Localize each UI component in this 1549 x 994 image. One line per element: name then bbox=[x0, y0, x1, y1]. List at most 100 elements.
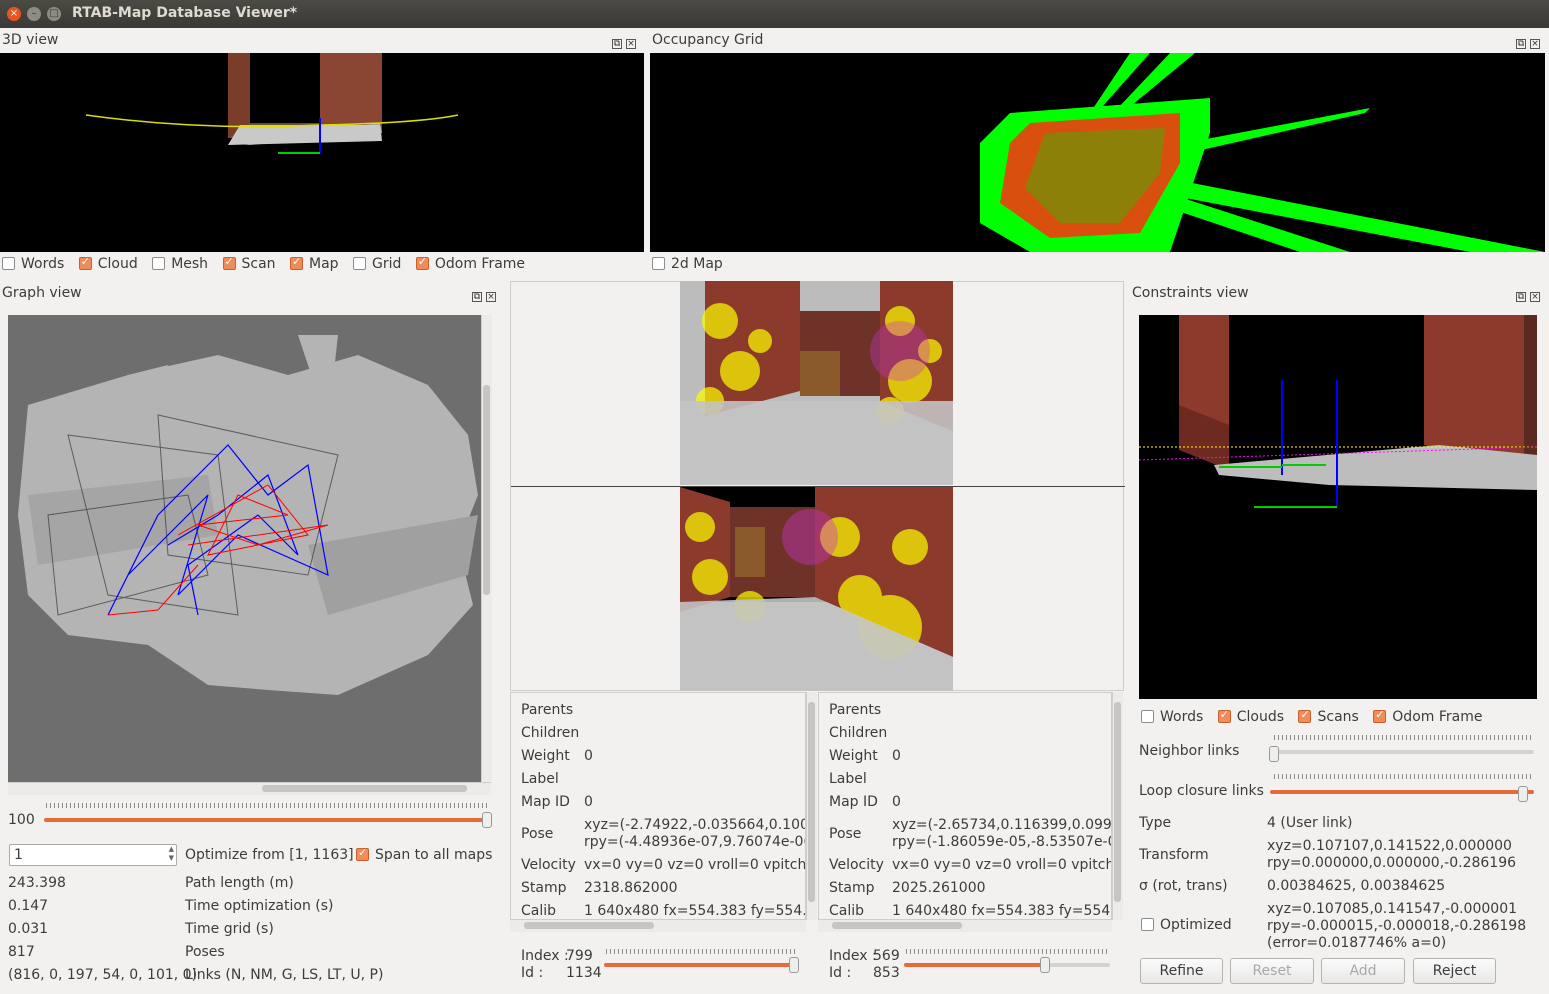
checkbox[interactable] bbox=[1141, 710, 1154, 723]
stat-label: Time optimization (s) bbox=[185, 898, 334, 914]
pose-label: Pose bbox=[521, 826, 554, 842]
node-a-horizontal-scrollbar[interactable] bbox=[510, 920, 806, 932]
optimize-from-spinbox[interactable]: 1 ▲ ▼ bbox=[9, 844, 177, 866]
option-2d-map[interactable]: 2d Map bbox=[652, 256, 723, 272]
scroll-thumb[interactable] bbox=[808, 702, 815, 902]
neighbor-links-slider-handle[interactable] bbox=[1269, 746, 1279, 762]
transform-rpy: rpy=0.000000,0.000000,-0.286196 bbox=[1267, 855, 1517, 871]
close-icon[interactable]: × bbox=[1530, 292, 1540, 302]
close-icon[interactable]: × bbox=[1530, 39, 1540, 49]
map-id-value: 0 bbox=[584, 794, 593, 810]
checkbox[interactable] bbox=[1298, 708, 1312, 723]
constraints-view-canvas[interactable] bbox=[1138, 315, 1538, 699]
scroll-thumb[interactable] bbox=[262, 785, 467, 792]
checkbox[interactable] bbox=[356, 846, 369, 861]
image-view-a[interactable] bbox=[680, 281, 953, 485]
node-b-slider[interactable] bbox=[904, 963, 1110, 967]
spin-arrows-icon[interactable]: ▲ ▼ bbox=[169, 845, 174, 863]
checkbox[interactable] bbox=[1217, 708, 1231, 723]
node-b-horizontal-scrollbar[interactable] bbox=[818, 920, 1112, 932]
view-3d-canvas[interactable] bbox=[0, 53, 644, 252]
node-b-vertical-scrollbar[interactable] bbox=[1112, 692, 1123, 920]
option-scans[interactable]: Scans bbox=[1298, 708, 1359, 725]
calib-value: 1 640x480 fx=554.383 fy=554.38 bbox=[584, 903, 806, 919]
label-label: Label bbox=[521, 771, 559, 787]
option-odom-frame[interactable]: Odom Frame bbox=[415, 255, 525, 272]
checkbox[interactable] bbox=[2, 257, 15, 270]
node-info-panel-a: Parents Children Weight 0 Label Map ID 0… bbox=[510, 692, 806, 920]
node-a-slider-handle[interactable] bbox=[789, 957, 799, 973]
refine-button[interactable]: Refine bbox=[1140, 958, 1223, 984]
graph-slider[interactable] bbox=[44, 818, 489, 822]
checkbox[interactable] bbox=[78, 255, 92, 270]
graph-horizontal-scrollbar[interactable] bbox=[8, 782, 491, 795]
transform-label: Transform bbox=[1139, 847, 1209, 863]
image-view-b[interactable] bbox=[680, 487, 953, 691]
loop-closure-slider-handle[interactable] bbox=[1518, 786, 1528, 802]
close-icon[interactable]: × bbox=[626, 39, 636, 49]
checkbox[interactable] bbox=[222, 255, 236, 270]
option-grid[interactable]: Grid bbox=[353, 256, 401, 272]
float-icon[interactable]: ⧉ bbox=[1516, 39, 1526, 49]
checkbox[interactable] bbox=[652, 257, 665, 270]
checkbox[interactable] bbox=[1373, 708, 1387, 723]
dock-controls-3d: ⧉ × bbox=[608, 34, 638, 49]
option-words[interactable]: Words bbox=[2, 256, 64, 272]
scroll-thumb[interactable] bbox=[483, 385, 490, 595]
occupancy-options: 2d Map bbox=[652, 256, 733, 272]
optimized-option[interactable]: Optimized bbox=[1141, 917, 1232, 933]
scroll-thumb[interactable] bbox=[832, 922, 962, 929]
reject-button[interactable]: Reject bbox=[1413, 958, 1496, 984]
option-words[interactable]: Words bbox=[1141, 709, 1203, 725]
option-map[interactable]: Map bbox=[290, 255, 339, 272]
camera-image-b bbox=[680, 487, 953, 691]
neighbor-links-slider[interactable] bbox=[1270, 750, 1534, 754]
option-clouds[interactable]: Clouds bbox=[1217, 708, 1284, 725]
checkbox[interactable] bbox=[353, 257, 366, 270]
label-label: Label bbox=[829, 771, 867, 787]
scroll-thumb[interactable] bbox=[524, 922, 654, 929]
index-label-b: Index : bbox=[829, 948, 877, 964]
index-value-b: 569 bbox=[873, 948, 900, 964]
graph-map-render bbox=[18, 335, 478, 695]
close-icon[interactable]: × bbox=[486, 292, 496, 302]
option-odom-frame[interactable]: Odom Frame bbox=[1373, 708, 1482, 725]
option-mesh[interactable]: Mesh bbox=[152, 256, 208, 272]
scroll-thumb[interactable] bbox=[1114, 702, 1121, 902]
span-all-maps-option[interactable]: Span to all maps bbox=[356, 846, 492, 863]
node-a-vertical-scrollbar[interactable] bbox=[806, 692, 817, 920]
velocity-value: vx=0 vy=0 vz=0 vroll=0 vpitch=0 v bbox=[584, 857, 806, 873]
checkbox[interactable] bbox=[152, 257, 166, 270]
occupancy-grid-canvas[interactable] bbox=[650, 53, 1545, 252]
slider-ticks bbox=[906, 949, 1108, 954]
dock-title-occupancy-grid: Occupancy Grid bbox=[652, 32, 764, 48]
add-button[interactable]: Add bbox=[1321, 958, 1405, 984]
graph-vertical-scrollbar[interactable] bbox=[481, 315, 492, 782]
map-id-label: Map ID bbox=[521, 794, 570, 810]
window-minimize-button[interactable]: – bbox=[27, 7, 41, 21]
node-b-slider-handle[interactable] bbox=[1040, 957, 1050, 973]
checkbox[interactable] bbox=[1141, 918, 1154, 931]
graph-view-canvas[interactable] bbox=[8, 315, 481, 782]
float-icon[interactable]: ⧉ bbox=[472, 292, 482, 302]
checkbox[interactable] bbox=[415, 255, 429, 270]
window-close-button[interactable]: × bbox=[7, 7, 21, 21]
graph-slider-handle[interactable] bbox=[482, 812, 492, 828]
weight-value: 0 bbox=[892, 748, 901, 764]
stat-label: Path length (m) bbox=[185, 875, 294, 891]
option-cloud[interactable]: Cloud bbox=[78, 255, 138, 272]
checkbox[interactable] bbox=[290, 255, 303, 270]
dock-title-graph-view: Graph view bbox=[2, 285, 82, 301]
option-scan[interactable]: Scan bbox=[222, 255, 276, 272]
reset-button[interactable]: Reset bbox=[1230, 958, 1314, 984]
loop-closure-slider[interactable] bbox=[1270, 790, 1534, 794]
stamp-label: Stamp bbox=[521, 880, 567, 896]
float-icon[interactable]: ⧉ bbox=[612, 39, 622, 49]
stat-value: 817 bbox=[8, 944, 35, 960]
sigma-label: σ (rot, trans) bbox=[1139, 878, 1228, 894]
window-maximize-button[interactable]: □ bbox=[47, 7, 61, 21]
type-value: 4 (User link) bbox=[1267, 815, 1353, 831]
type-label: Type bbox=[1139, 815, 1172, 831]
node-a-slider[interactable] bbox=[604, 963, 798, 967]
float-icon[interactable]: ⧉ bbox=[1516, 292, 1526, 302]
